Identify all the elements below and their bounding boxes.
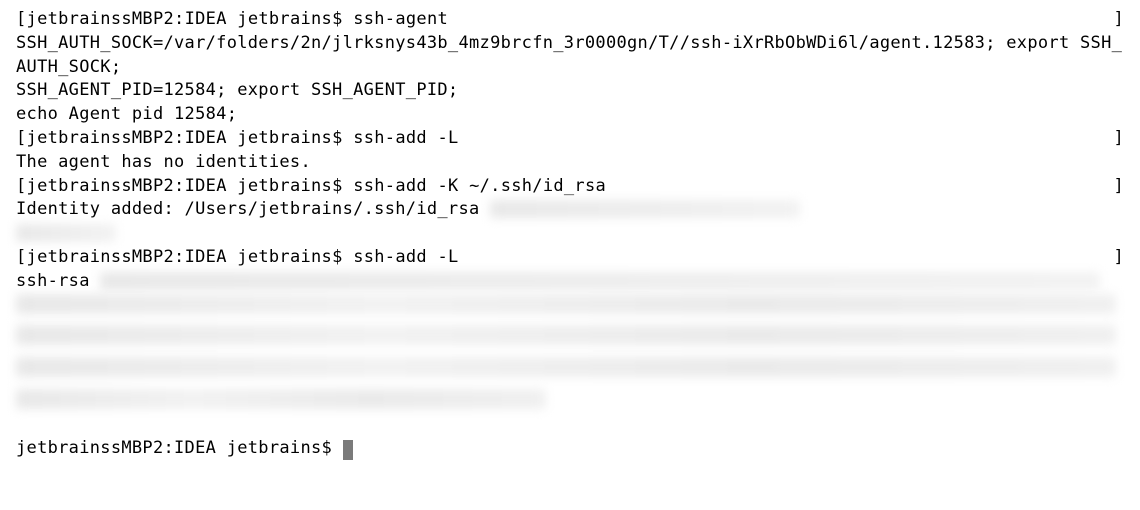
output-line [16, 222, 1124, 246]
prompt-line: [jetbrainssMBP2:IDEA jetbrains$ ssh-add … [16, 175, 1124, 199]
prompt-line: [jetbrainssMBP2:IDEA jetbrains$ ssh-agen… [16, 8, 1124, 32]
redacted-key-line [16, 325, 1116, 345]
cursor-icon [343, 440, 353, 460]
prompt-text: jetbrainssMBP2:IDEA jetbrains$ [16, 438, 343, 458]
host: jetbrainssMBP2 [27, 9, 175, 29]
redacted-key-line [16, 357, 1116, 377]
output-line: The agent has no identities. [16, 151, 1124, 175]
prompt-line: [jetbrainssMBP2:IDEA jetbrains$ ssh-add … [16, 246, 1124, 270]
prompt-char: $ [332, 9, 343, 29]
host: jetbrainssMBP2 [27, 128, 175, 148]
host: jetbrainssMBP2 [27, 176, 175, 196]
output-line: SSH_AUTH_SOCK=/var/folders/2n/jlrksnys43… [16, 32, 1124, 80]
output-line: Identity added: /Users/jetbrains/.ssh/id… [16, 198, 1124, 222]
prompt-text: [jetbrainssMBP2:IDEA jetbrains$ ssh-agen… [16, 8, 1113, 32]
prompt-text: [jetbrainssMBP2:IDEA jetbrains$ ssh-add … [16, 246, 1113, 270]
cwd: IDEA [185, 128, 227, 148]
cwd: IDEA [185, 176, 227, 196]
right-bracket: ] [1113, 175, 1124, 199]
user: jetbrains [237, 176, 332, 196]
user: jetbrains [237, 128, 332, 148]
user: jetbrains [237, 9, 332, 29]
host: jetbrainssMBP2 [27, 247, 175, 267]
redacted-key-line [16, 294, 1116, 314]
active-prompt-line[interactable]: jetbrainssMBP2:IDEA jetbrains$ [16, 437, 1124, 461]
command-text: ssh-agent [353, 9, 448, 29]
output-text: ssh-rsa [16, 271, 90, 291]
prompt-text: [jetbrainssMBP2:IDEA jetbrains$ ssh-add … [16, 127, 1113, 151]
redacted-key [100, 272, 1100, 290]
redacted-key-line [16, 389, 546, 409]
cwd: IDEA [185, 247, 227, 267]
redacted-line [16, 224, 116, 242]
prompt-char: $ [332, 247, 343, 267]
prompt-text: [jetbrainssMBP2:IDEA jetbrains$ ssh-add … [16, 175, 1113, 199]
output-text: Identity added: /Users/jetbrains/.ssh/id… [16, 199, 480, 219]
prompt-char: $ [332, 176, 343, 196]
output-line: ssh-rsa [16, 270, 1124, 294]
prompt-line: [jetbrainssMBP2:IDEA jetbrains$ ssh-add … [16, 127, 1124, 151]
command-text: ssh-add -L [353, 128, 458, 148]
output-line: SSH_AGENT_PID=12584; export SSH_AGENT_PI… [16, 79, 1124, 103]
redacted-email [490, 200, 800, 218]
cwd: IDEA [185, 9, 227, 29]
right-bracket: ] [1113, 246, 1124, 270]
right-bracket: ] [1113, 8, 1124, 32]
command-text: ssh-add -L [353, 247, 458, 267]
terminal-window[interactable]: [jetbrainssMBP2:IDEA jetbrains$ ssh-agen… [16, 8, 1124, 461]
output-line: echo Agent pid 12584; [16, 103, 1124, 127]
prompt-char: $ [332, 128, 343, 148]
user: jetbrains [237, 247, 332, 267]
right-bracket: ] [1113, 127, 1124, 151]
command-text: ssh-add -K ~/.ssh/id_rsa [353, 176, 606, 196]
